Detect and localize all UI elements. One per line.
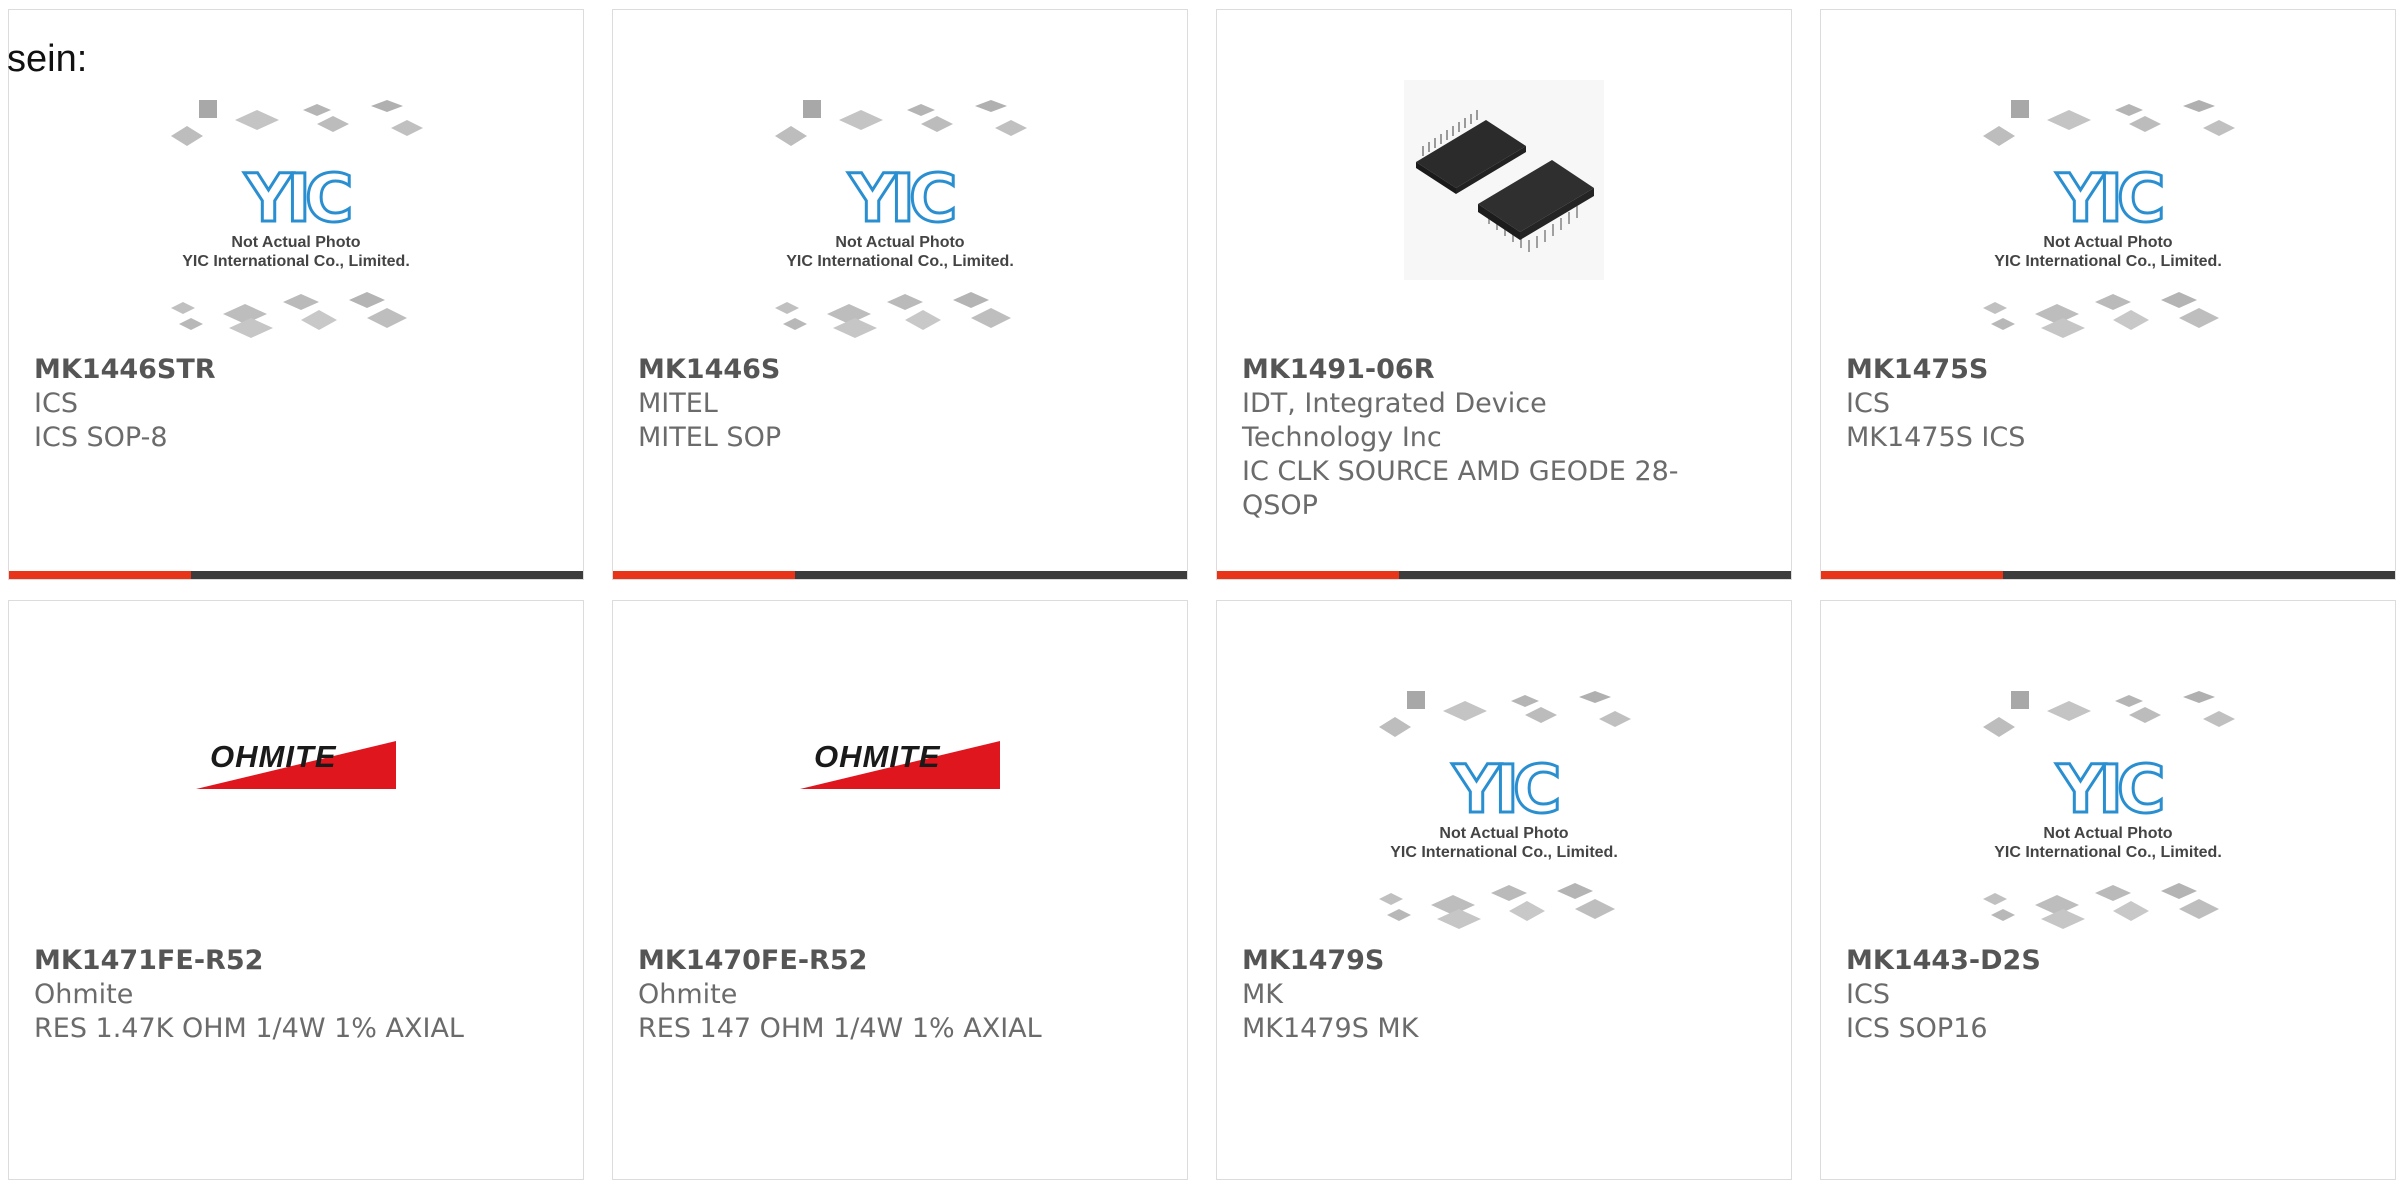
part-number[interactable]: MK1479S	[1242, 944, 1691, 978]
placeholder-caption-2: YIC International Co., Limited.	[182, 253, 410, 270]
part-number[interactable]: MK1475S	[1846, 353, 2295, 387]
description: RES 147 OHM 1/4W 1% AXIAL	[638, 1013, 1042, 1044]
part-number[interactable]: MK1446S	[638, 353, 1087, 387]
manufacturer: ICS	[1846, 388, 1890, 419]
part-number[interactable]: MK1443-D2S	[1846, 944, 2295, 978]
part-number[interactable]: MK1491-06R	[1242, 353, 1691, 387]
manufacturer: Ohmite	[638, 979, 738, 1010]
manufacturer: ICS	[34, 388, 78, 419]
placeholder-caption-1: Not Actual Photo	[2043, 234, 2173, 251]
chip-cluster-icon	[171, 292, 407, 338]
product-info: MK1471FE-R52 Ohmite RES 1.47K OHM 1/4W 1…	[34, 944, 483, 1046]
product-image[interactable]	[1217, 10, 1791, 350]
product-image[interactable]: YIC Not Actual Photo YIC International C…	[1217, 601, 1791, 941]
product-image[interactable]: OHMITE	[9, 601, 583, 941]
chip-cluster-icon	[1983, 292, 2219, 338]
ic-chip-photo	[1404, 80, 1604, 280]
yic-logo: YIC	[2055, 159, 2167, 239]
yic-placeholder-image: YIC Not Actual Photo YIC International C…	[1973, 689, 2243, 939]
description: MK1475S ICS	[1846, 422, 2026, 453]
chip-cluster-icon	[1379, 883, 1615, 929]
card-accent-bar	[1217, 571, 1399, 579]
chip-cluster-icon	[1983, 691, 2235, 737]
card-accent-bar	[9, 571, 191, 579]
part-number[interactable]: MK1470FE-R52	[638, 944, 1087, 978]
product-info: MK1443-D2S ICS ICS SOP16	[1846, 944, 2295, 1046]
description: ICS SOP16	[1846, 1013, 1988, 1044]
product-info: MK1491-06R IDT, Integrated Device Techno…	[1242, 353, 1691, 523]
product-card[interactable]: YIC Not Actual Photo YIC International C…	[1216, 600, 1792, 1180]
manufacturer: Ohmite	[34, 979, 134, 1010]
product-info: MK1470FE-R52 Ohmite RES 147 OHM 1/4W 1% …	[638, 944, 1087, 1046]
yic-logo: YIC	[243, 159, 355, 239]
product-info: MK1446STR ICS ICS SOP-8	[34, 353, 483, 455]
product-card[interactable]: YIC Not Actual Photo YIC International C…	[1820, 600, 2396, 1180]
product-image[interactable]: YIC Not Actual Photo YIC International C…	[9, 10, 583, 350]
yic-logo: YIC	[847, 159, 959, 239]
ohmite-wordmark: OHMITE	[814, 739, 941, 774]
description: RES 1.47K OHM 1/4W 1% AXIAL	[34, 1013, 464, 1044]
chip-cluster-icon	[1379, 691, 1631, 737]
card-accent-bar	[613, 571, 795, 579]
yic-placeholder-image: YIC Not Actual Photo YIC International C…	[1369, 689, 1639, 939]
placeholder-caption-1: Not Actual Photo	[231, 234, 361, 251]
chip-cluster-icon	[171, 100, 423, 146]
product-image[interactable]: YIC Not Actual Photo YIC International C…	[1821, 601, 2395, 941]
part-number[interactable]: MK1471FE-R52	[34, 944, 483, 978]
ohmite-wordmark: OHMITE	[210, 739, 337, 774]
chip-cluster-icon	[775, 100, 1027, 146]
placeholder-caption-2: YIC International Co., Limited.	[786, 253, 1014, 270]
product-card[interactable]: YIC Not Actual Photo YIC International C…	[1820, 9, 2396, 580]
yic-logo: YIC	[1451, 750, 1563, 830]
page-text-fragment: sein:	[7, 38, 88, 80]
yic-placeholder-image: YIC Not Actual Photo YIC International C…	[765, 98, 1035, 348]
card-bottom-bar	[9, 571, 583, 579]
manufacturer: IDT, Integrated Device Technology Inc	[1242, 388, 1547, 453]
product-card[interactable]: YIC Not Actual Photo YIC International C…	[612, 9, 1188, 580]
chip-cluster-icon	[1983, 100, 2235, 146]
product-info: MK1475S ICS MK1475S ICS	[1846, 353, 2295, 455]
description: ICS SOP-8	[34, 422, 168, 453]
card-bottom-bar	[613, 571, 1187, 579]
ohmite-logo: OHMITE	[196, 739, 396, 789]
ohmite-logo: OHMITE	[800, 739, 1000, 789]
product-card[interactable]: OHMITE MK1471FE-R52 Ohmite RES 1.47K OHM…	[8, 600, 584, 1180]
placeholder-caption-1: Not Actual Photo	[835, 234, 965, 251]
placeholder-caption-2: YIC International Co., Limited.	[1390, 844, 1618, 861]
card-bottom-bar	[1821, 571, 2395, 579]
placeholder-caption-1: Not Actual Photo	[1439, 825, 1569, 842]
card-bottom-bar	[1217, 571, 1791, 579]
product-image[interactable]: OHMITE	[613, 601, 1187, 941]
card-accent-bar	[1821, 571, 2003, 579]
description: MITEL SOP	[638, 422, 782, 453]
placeholder-caption-2: YIC International Co., Limited.	[1994, 253, 2222, 270]
placeholder-caption-2: YIC International Co., Limited.	[1994, 844, 2222, 861]
description: MK1479S MK	[1242, 1013, 1419, 1044]
manufacturer: MK	[1242, 979, 1284, 1010]
chip-cluster-icon	[1983, 883, 2219, 929]
product-image[interactable]: YIC Not Actual Photo YIC International C…	[1821, 10, 2395, 350]
chip-cluster-icon	[775, 292, 1011, 338]
manufacturer: MITEL	[638, 388, 718, 419]
yic-logo: YIC	[2055, 750, 2167, 830]
product-card[interactable]: MK1491-06R IDT, Integrated Device Techno…	[1216, 9, 1792, 580]
yic-placeholder-image: YIC Not Actual Photo YIC International C…	[1973, 98, 2243, 348]
description: IC CLK SOURCE AMD GEODE 28-QSOP	[1242, 456, 1679, 521]
manufacturer: ICS	[1846, 979, 1890, 1010]
product-info: MK1446S MITEL MITEL SOP	[638, 353, 1087, 455]
product-info: MK1479S MK MK1479S MK	[1242, 944, 1691, 1046]
product-image[interactable]: YIC Not Actual Photo YIC International C…	[613, 10, 1187, 350]
yic-placeholder-image: YIC Not Actual Photo YIC International C…	[161, 98, 431, 348]
part-number[interactable]: MK1446STR	[34, 353, 483, 387]
product-card[interactable]: OHMITE MK1470FE-R52 Ohmite RES 147 OHM 1…	[612, 600, 1188, 1180]
product-card[interactable]: YIC Not Actual Photo YIC International C…	[8, 9, 584, 580]
placeholder-caption-1: Not Actual Photo	[2043, 825, 2173, 842]
